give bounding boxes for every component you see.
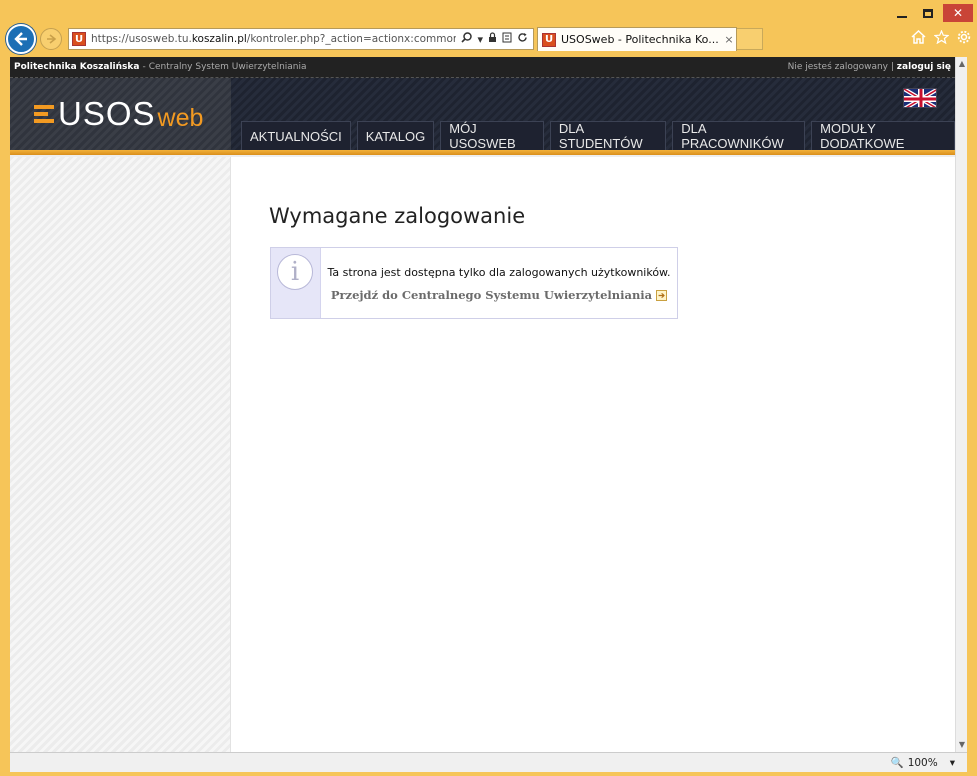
url-prefix: https://usosweb.tu. [91, 33, 192, 45]
tab-favicon: U [542, 32, 556, 47]
login-divider: | [890, 62, 894, 72]
address-bar[interactable]: U https://usosweb.tu.koszalin.pl/kontrol… [68, 28, 534, 50]
nav-dla-studentow[interactable]: DLA STUDENTÓW [549, 121, 667, 151]
site-topbar: Politechnika Koszalińska - Centralny Sys… [10, 57, 955, 78]
chevron-down-icon[interactable]: ▾ [477, 33, 483, 46]
new-tab-button[interactable] [737, 28, 763, 50]
info-message: Ta strona jest dostępna tylko dla zalogo… [327, 266, 671, 279]
minimize-icon [897, 16, 907, 18]
gear-icon[interactable] [957, 30, 971, 48]
browser-toolbar-icons [911, 29, 971, 48]
maximize-icon [923, 8, 933, 18]
nav-aktualnosci[interactable]: AKTUALNOŚCI [241, 121, 351, 150]
forward-icon [47, 34, 57, 44]
url-domain: koszalin.pl [191, 33, 247, 45]
lock-icon[interactable] [488, 32, 497, 46]
tab-close-icon[interactable]: × [722, 33, 736, 46]
compat-view-icon[interactable] [502, 32, 512, 46]
login-link[interactable]: zaloguj się [897, 62, 951, 72]
login-status-area: Nie jesteś zalogowany | zaloguj się [788, 62, 951, 72]
scroll-down-arrow-icon[interactable]: ▼ [956, 738, 967, 752]
logo-chevron-icon [34, 103, 54, 125]
site-favicon: U [72, 32, 86, 46]
vertical-scrollbar[interactable]: ▲ ▼ [955, 57, 967, 752]
nav-katalog[interactable]: KATALOG [356, 121, 435, 150]
sidebar [10, 157, 231, 752]
zoom-icon[interactable]: 🔍 [891, 756, 904, 769]
zoom-dropdown-icon[interactable]: ▾ [950, 757, 955, 769]
site-header: USOS web AKTUALNOŚCI KATALOG MÓJ USOSWEB… [10, 78, 955, 151]
back-button[interactable] [6, 24, 36, 54]
page-viewport: Politechnika Koszalińska - Centralny Sys… [10, 57, 967, 752]
home-icon[interactable] [911, 29, 926, 48]
back-icon [14, 32, 27, 46]
page-title: Wymagane zalogowanie [269, 204, 526, 228]
university-name: Politechnika Koszalińska [14, 62, 140, 72]
search-icon[interactable] [461, 32, 473, 46]
info-icon: i [277, 254, 313, 290]
english-flag-icon[interactable] [903, 88, 937, 108]
close-icon: ✕ [952, 6, 964, 20]
nav-dla-pracownikow[interactable]: DLA PRACOWNIKÓW [672, 121, 806, 151]
logo-suffix: web [157, 103, 204, 132]
url-text: https://usosweb.tu.koszalin.pl/kontroler… [91, 33, 456, 45]
login-system-link[interactable]: Przejdź do Centralnego Systemu Uwierzyte… [330, 288, 668, 302]
browser-tab[interactable]: U USOSweb - Politechnika Ko... × [537, 27, 737, 51]
info-icon-column: i [271, 248, 321, 318]
browser-nav-row: U https://usosweb.tu.koszalin.pl/kontrol… [6, 22, 971, 56]
zoom-level[interactable]: 100% [908, 757, 938, 769]
close-window-button[interactable]: ✕ [943, 4, 973, 22]
main-content: Wymagane zalogowanie i Ta strona jest do… [232, 157, 955, 752]
tab-title: USOSweb - Politechnika Ko... [561, 33, 719, 46]
usosweb-logo[interactable]: USOS web [10, 78, 231, 150]
url-path: /kontroler.php?_action=actionx:common/ko… [246, 33, 457, 45]
minimize-button[interactable] [891, 4, 913, 22]
nav-moduly-dodatkowe[interactable]: MODUŁY DODATKOWE [811, 121, 955, 151]
info-box: i Ta strona jest dostępna tylko dla zalo… [270, 247, 678, 319]
status-bar: 🔍 100% ▾ [10, 752, 967, 772]
login-status: Nie jesteś zalogowany [787, 62, 888, 72]
login-system-link-label: Przejdź do Centralnego Systemu Uwierzyte… [330, 288, 653, 302]
topbar-separator: - [142, 62, 146, 72]
external-link-icon: ➔ [656, 289, 668, 301]
system-name: Centralny System Uwierzytelniania [148, 62, 307, 72]
address-tools: ▾ [456, 32, 533, 46]
main-nav: AKTUALNOŚCI KATALOG MÓJ USOSWEB DLA STUD… [241, 121, 955, 151]
nav-moj-usosweb[interactable]: MÓJ USOSWEB [440, 121, 544, 151]
refresh-icon[interactable] [517, 32, 528, 46]
star-icon[interactable] [933, 29, 950, 48]
scroll-up-arrow-icon[interactable]: ▲ [956, 57, 967, 71]
window-controls: ✕ [891, 2, 973, 24]
forward-button[interactable] [40, 28, 62, 50]
maximize-button[interactable] [917, 4, 939, 22]
info-text: Ta strona jest dostępna tylko dla zalogo… [321, 248, 677, 318]
logo-text: USOS [58, 95, 156, 132]
browser-frame: ✕ U https://usosweb.tu.koszalin.pl/kontr… [0, 0, 977, 776]
